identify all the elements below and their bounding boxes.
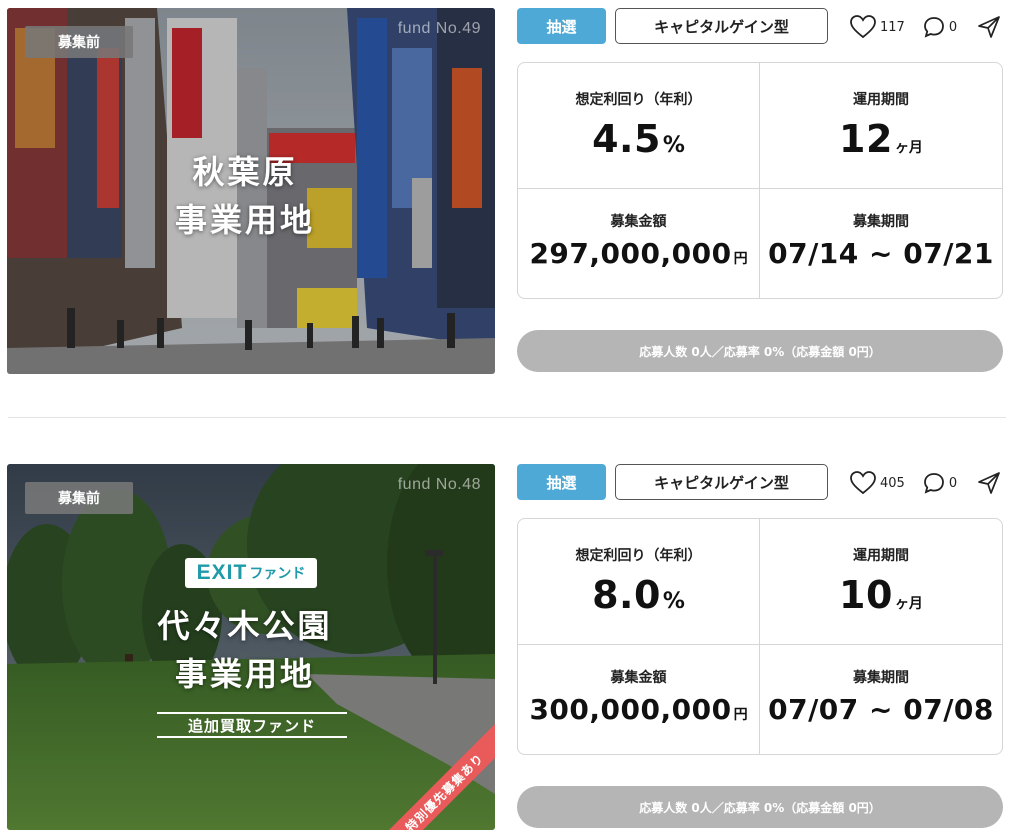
- term-unit: ヶ月: [894, 140, 923, 156]
- yield-unit: %: [662, 589, 685, 614]
- fund-subtitle: 追加買取ファンド: [157, 712, 347, 738]
- period-label: 募集期間: [853, 214, 909, 230]
- yield-label: 想定利回り（年利）: [575, 548, 702, 564]
- fund-number: fund No.48: [397, 476, 481, 493]
- term-cell: 運用期間 10 ヶ月: [760, 519, 1002, 645]
- speech-bubble-icon: [923, 17, 944, 38]
- fund-type-tag: キャピタルゲイン型: [615, 464, 828, 500]
- like-count: 117: [880, 19, 905, 35]
- term-value: 10: [839, 573, 893, 617]
- exit-logo-text: EXIT: [196, 561, 248, 584]
- period-cell: 募集期間 07/14 ~ 07/21: [760, 189, 1002, 298]
- exit-fund-logo: EXIT ファンド: [185, 558, 317, 588]
- social-actions: 117 0: [850, 12, 1001, 42]
- fund-image[interactable]: 募集前 fund No.48 EXIT ファンド 代々木公園 事業用地 追加買取…: [7, 464, 495, 830]
- fund-card-1[interactable]: 募集前 fund No.49 秋葉原 事業用地 抽選 キャピタルゲイン型 117…: [0, 6, 1014, 378]
- heart-icon: [850, 471, 876, 495]
- application-progress-bar: 応募人数 0人／応募率 0%（応募金額 0円）: [517, 330, 1003, 372]
- yield-value: 8.0: [592, 573, 661, 617]
- term-unit: ヶ月: [894, 596, 923, 612]
- comment-count: 0: [948, 475, 958, 491]
- amount-cell: 募集金額 297,000,000 円: [518, 189, 760, 298]
- fund-title: 秋葉原 事業用地: [7, 148, 489, 244]
- paper-plane-icon: [978, 16, 1000, 38]
- like-button[interactable]: 117: [850, 15, 905, 39]
- fund-title-line-1: 代々木公園: [157, 607, 333, 645]
- application-progress-bar: 応募人数 0人／応募率 0%（応募金額 0円）: [517, 786, 1003, 828]
- comment-count: 0: [948, 19, 958, 35]
- lottery-tag: 抽選: [517, 464, 606, 500]
- fund-stats: 想定利回り（年利） 4.5 % 運用期間 12 ヶ月 募集金額 297,000,…: [517, 62, 1003, 299]
- like-button[interactable]: 405: [850, 471, 905, 495]
- period-label: 募集期間: [853, 670, 909, 686]
- amount-value: 300,000,000: [529, 693, 732, 726]
- amount-label: 募集金額: [610, 670, 667, 686]
- fund-stats: 想定利回り（年利） 8.0 % 運用期間 10 ヶ月 募集金額 300,000,…: [517, 518, 1003, 755]
- amount-unit: 円: [733, 707, 748, 723]
- progress-text: 応募人数 0人／応募率 0%（応募金額 0円）: [639, 344, 881, 359]
- paper-plane-icon: [978, 472, 1000, 494]
- like-count: 405: [880, 475, 905, 491]
- status-tag: 募集前: [25, 482, 133, 514]
- amount-cell: 募集金額 300,000,000 円: [518, 645, 760, 754]
- fund-number: fund No.49: [397, 20, 481, 37]
- status-tag: 募集前: [25, 26, 133, 58]
- card-divider: [8, 417, 1006, 418]
- comment-button[interactable]: 0: [923, 16, 957, 38]
- progress-text: 応募人数 0人／応募率 0%（応募金額 0円）: [639, 800, 881, 815]
- speech-bubble-icon: [923, 473, 944, 494]
- fund-card-2[interactable]: 募集前 fund No.48 EXIT ファンド 代々木公園 事業用地 追加買取…: [0, 462, 1014, 834]
- heart-icon: [850, 15, 876, 39]
- social-actions: 405 0: [850, 468, 1001, 498]
- fund-image[interactable]: 募集前 fund No.49 秋葉原 事業用地: [7, 8, 495, 374]
- term-label: 運用期間: [853, 92, 909, 108]
- amount-unit: 円: [733, 251, 748, 267]
- comment-button[interactable]: 0: [923, 472, 957, 494]
- term-cell: 運用期間 12 ヶ月: [760, 63, 1002, 189]
- fund-title-line-1: 秋葉原: [192, 153, 298, 191]
- amount-value: 297,000,000: [529, 237, 732, 270]
- exit-logo-suffix: ファンド: [249, 566, 306, 582]
- term-label: 運用期間: [853, 548, 909, 564]
- amount-label: 募集金額: [610, 214, 667, 230]
- fund-title: 代々木公園 事業用地: [7, 602, 489, 698]
- lottery-tag: 抽選: [517, 8, 606, 44]
- yield-cell: 想定利回り（年利） 8.0 %: [518, 519, 760, 645]
- fund-type-tag: キャピタルゲイン型: [615, 8, 828, 44]
- fund-title-line-2: 事業用地: [174, 655, 315, 693]
- fund-title-line-2: 事業用地: [174, 201, 315, 239]
- term-value: 12: [839, 117, 893, 161]
- period-value: 07/14 ~ 07/21: [768, 237, 994, 270]
- yield-label: 想定利回り（年利）: [575, 92, 702, 108]
- share-button[interactable]: [977, 471, 1001, 495]
- share-button[interactable]: [977, 15, 1001, 39]
- yield-cell: 想定利回り（年利） 4.5 %: [518, 63, 760, 189]
- yield-value: 4.5: [592, 117, 661, 161]
- yield-unit: %: [662, 133, 685, 158]
- period-cell: 募集期間 07/07 ~ 07/08: [760, 645, 1002, 754]
- period-value: 07/07 ~ 07/08: [768, 693, 994, 726]
